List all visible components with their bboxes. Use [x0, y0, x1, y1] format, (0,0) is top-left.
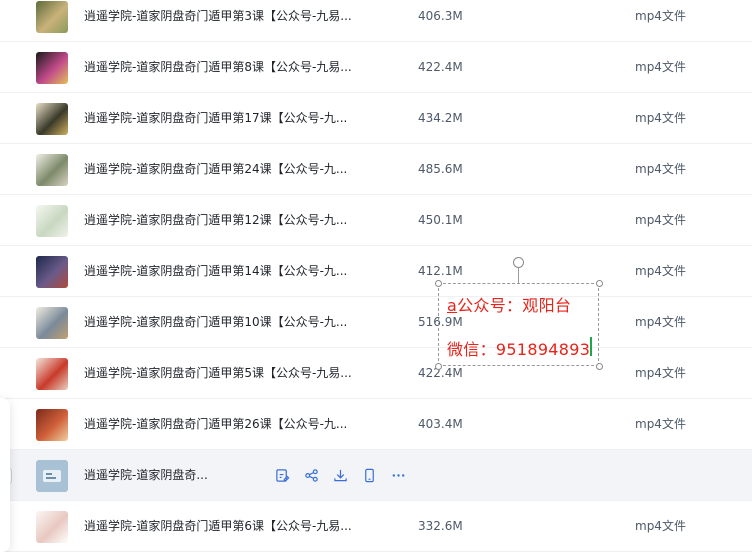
file-size: 406.3M [418, 9, 463, 23]
file-type: mp4文件 [635, 366, 686, 380]
row-actions [274, 450, 406, 501]
file-name[interactable]: 逍遥学院-道家阴盘奇门遁甲第5课【公众号-九易... [84, 348, 352, 399]
document-icon [43, 470, 61, 482]
more-icon[interactable] [390, 468, 406, 484]
file-size: 422.4M [418, 60, 463, 74]
file-name[interactable]: 逍遥学院-道家阴盘奇门遁甲第10课【公众号-九... [84, 297, 347, 348]
file-size: 403.4M [418, 417, 463, 431]
watermark-line-1-text: 公众号：观阳台 [457, 296, 572, 315]
phone-icon[interactable] [361, 468, 377, 484]
file-thumbnail [36, 460, 68, 492]
file-list: 逍遥学院-道家阴盘奇门遁甲第3课【公众号-九易... 406.3M mp4文件 逍遥学… [0, 0, 752, 552]
file-row[interactable]: 逍遥学院-道家阴盘奇门遁甲第26课【公众号-九... 403.4M mp4文件 [0, 399, 752, 450]
file-row[interactable]: 逍遥学院-道家阴盘奇... [0, 450, 752, 501]
file-row[interactable]: 逍遥学院-道家阴盘奇门遁甲第14课【公众号-九... 412.1M mp4文件 [0, 246, 752, 297]
resize-handle-bottom-left[interactable] [435, 363, 442, 370]
watermark-prefix: a [447, 296, 458, 315]
watermark-line-1: a公众号：观阳台 [447, 292, 571, 316]
file-name[interactable]: 逍遥学院-道家阴盘奇门遁甲第3课【公众号-九易... [84, 0, 352, 42]
file-row[interactable]: 逍遥学院-道家阴盘奇门遁甲第5课【公众号-九易... 422.4M mp4文件 [0, 348, 752, 399]
rotate-handle[interactable] [513, 257, 524, 268]
file-name[interactable]: 逍遥学院-道家阴盘奇门遁甲第8课【公众号-九易... [84, 42, 352, 93]
text-caret [590, 337, 592, 356]
file-thumbnail [36, 256, 68, 288]
file-thumbnail [36, 1, 68, 33]
rotate-handle-line [518, 268, 519, 283]
file-type: mp4文件 [635, 60, 686, 74]
file-thumbnail [36, 205, 68, 237]
file-size: 332.6M [418, 519, 463, 533]
file-size: 485.6M [418, 162, 463, 176]
file-name[interactable]: 逍遥学院-道家阴盘奇门遁甲第6课【公众号-九易... [84, 501, 352, 552]
file-name[interactable]: 逍遥学院-道家阴盘奇门遁甲第12课【公众号-九... [84, 195, 347, 246]
download-icon[interactable] [332, 468, 348, 484]
file-size: 450.1M [418, 213, 463, 227]
file-thumbnail [36, 103, 68, 135]
rename-icon[interactable] [274, 468, 290, 484]
file-row[interactable]: 逍遥学院-道家阴盘奇门遁甲第3课【公众号-九易... 406.3M mp4文件 [0, 0, 752, 42]
file-thumbnail [36, 409, 68, 441]
file-row[interactable]: 逍遥学院-道家阴盘奇门遁甲第10课【公众号-九... 516.9M mp4文件 [0, 297, 752, 348]
file-size: 434.2M [418, 111, 463, 125]
file-type: mp4文件 [635, 213, 686, 227]
side-panel [0, 398, 10, 552]
resize-handle-top-right[interactable] [596, 280, 603, 287]
file-row[interactable]: 逍遥学院-道家阴盘奇门遁甲第24课【公众号-九... 485.6M mp4文件 [0, 144, 752, 195]
file-name[interactable]: 逍遥学院-道家阴盘奇门遁甲第24课【公众号-九... [84, 144, 347, 195]
file-type: mp4文件 [635, 417, 686, 431]
file-thumbnail [36, 52, 68, 84]
file-name[interactable]: 逍遥学院-道家阴盘奇门遁甲第26课【公众号-九... [84, 399, 347, 450]
file-name[interactable]: 逍遥学院-道家阴盘奇门遁甲第14课【公众号-九... [84, 246, 347, 297]
file-name[interactable]: 逍遥学院-道家阴盘奇门遁甲第17课【公众号-九... [84, 93, 347, 144]
resize-handle-bottom-right[interactable] [596, 363, 603, 370]
file-thumbnail [36, 154, 68, 186]
file-row[interactable]: 逍遥学院-道家阴盘奇门遁甲第8课【公众号-九易... 422.4M mp4文件 [0, 42, 752, 93]
file-row[interactable]: 逍遥学院-道家阴盘奇门遁甲第17课【公众号-九... 434.2M mp4文件 [0, 93, 752, 144]
file-type: mp4文件 [635, 519, 686, 533]
watermark-line-2: 微信：951894893 [447, 340, 591, 359]
file-name[interactable]: 逍遥学院-道家阴盘奇... [84, 450, 208, 501]
share-icon[interactable] [303, 468, 319, 484]
file-thumbnail [36, 358, 68, 390]
file-row[interactable]: 逍遥学院-道家阴盘奇门遁甲第12课【公众号-九... 450.1M mp4文件 [0, 195, 752, 246]
file-type: mp4文件 [635, 111, 686, 125]
file-thumbnail [36, 511, 68, 543]
file-type: mp4文件 [635, 264, 686, 278]
file-type: mp4文件 [635, 162, 686, 176]
resize-handle-top-left[interactable] [435, 280, 442, 287]
file-type: mp4文件 [635, 315, 686, 329]
file-thumbnail [36, 307, 68, 339]
file-type: mp4文件 [635, 9, 686, 23]
file-row[interactable]: 逍遥学院-道家阴盘奇门遁甲第6课【公众号-九易... 332.6M mp4文件 [0, 501, 752, 552]
